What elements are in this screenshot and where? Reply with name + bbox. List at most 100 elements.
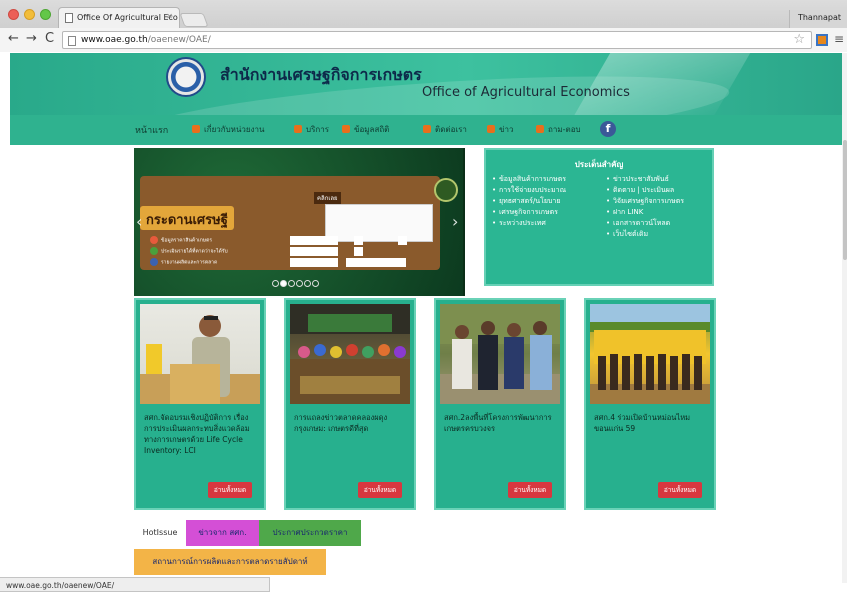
banner-slider[interactable]: กระดานเศรษฐี คลิกเลย ข้อมูลราคาสินค้าเกษ…	[134, 148, 465, 296]
nav-item-about[interactable]: เกี่ยวกับหน่วยงาน	[192, 123, 264, 137]
close-window-icon[interactable]	[8, 9, 19, 20]
slider-checkbox	[354, 236, 363, 245]
tab-market-situation[interactable]: สถานการณ์การผลิตและการตลาดรายสัปดาห์	[134, 549, 326, 575]
topic-link[interactable]: เศรษฐกิจการเกษตร	[492, 207, 566, 218]
extension-icon[interactable]	[816, 34, 828, 46]
slider-row: รายงานผลิตและการตลาด	[150, 258, 217, 267]
page-icon	[68, 36, 76, 46]
slider-prev-icon[interactable]: ‹	[136, 212, 142, 231]
nav-item-news[interactable]: ข่าว	[487, 123, 513, 137]
slider-row-label: ข้อมูลราคาสินค้าเกษตร	[161, 237, 213, 244]
slider-tag: คลิกเลย	[314, 192, 341, 204]
topic-link[interactable]: ฝาก LINK	[606, 207, 684, 218]
news-photo[interactable]	[140, 304, 260, 404]
topic-link[interactable]: วิจัยเศรษฐกิจการเกษตร	[606, 196, 684, 207]
news-card-text[interactable]: การแถลงข่าวตลาดคลองผดุงกรุงเกษม: เกษตรดี…	[294, 412, 410, 434]
slider-input	[346, 258, 406, 267]
site-header: สำนักงานเศรษฐกิจการเกษตร Office of Agric…	[10, 53, 842, 115]
scrollbar-track[interactable]	[842, 53, 847, 583]
nav-item-statistics[interactable]: ข้อมูลสถิติ	[342, 123, 389, 137]
slider-next-icon[interactable]: ›	[452, 212, 458, 231]
slider-dot-active[interactable]	[280, 280, 287, 287]
topic-link[interactable]: ข่าวประชาสัมพันธ์	[606, 174, 684, 185]
maximize-window-icon[interactable]	[40, 9, 51, 20]
news-photo[interactable]	[290, 304, 410, 404]
topic-link[interactable]: เว็บไซต์เดิม	[606, 229, 684, 240]
read-more-button[interactable]: อ่านทั้งหมด	[358, 482, 402, 498]
read-more-button[interactable]: อ่านทั้งหมด	[508, 482, 552, 498]
number-icon	[150, 236, 158, 244]
tab-close-icon[interactable]: ✕	[166, 12, 173, 21]
slider-row-label: รายงานผลิตและการตลาด	[161, 259, 218, 266]
slider-dot[interactable]	[272, 280, 279, 287]
news-photo[interactable]	[440, 304, 560, 404]
browser-toolbar: ← → C www.oae.go.th/oaenew/OAE/ ☆ ≡	[0, 28, 847, 52]
slider-pagination	[272, 272, 320, 291]
slider-emblem	[434, 178, 458, 202]
slider-checkbox	[398, 236, 407, 245]
news-card-text[interactable]: สศก.2ลงพื้นที่โครงการพัฒนาการเกษตรครบวงจ…	[444, 412, 560, 434]
nav-item-services[interactable]: บริการ	[294, 123, 329, 137]
slider-dot[interactable]	[304, 280, 311, 287]
url-path: /oaenew/OAE/	[147, 35, 211, 45]
news-card-text[interactable]: สศก.จัดอบรมเชิงปฏิบัติการ เรื่อง การประเ…	[144, 412, 260, 456]
tab-strip: Office Of Agricultural Eco ✕ Thannapat	[0, 0, 847, 28]
browser-tab[interactable]: Office Of Agricultural Eco ✕	[58, 7, 180, 28]
read-more-button[interactable]: อ่านทั้งหมด	[658, 482, 702, 498]
topic-link[interactable]: ยุทธศาสตร์/นโยบาย	[492, 196, 566, 207]
slider-dot[interactable]	[312, 280, 319, 287]
facebook-icon[interactable]: f	[600, 121, 616, 137]
topic-link[interactable]: เอกสารดาวน์โหลด	[606, 218, 684, 229]
news-card: สศก.2ลงพื้นที่โครงการพัฒนาการเกษตรครบวงจ…	[434, 298, 566, 510]
read-more-button[interactable]: อ่านทั้งหมด	[208, 482, 252, 498]
outdoor-photo-illustration	[590, 304, 710, 404]
profile-button[interactable]: Thannapat	[788, 10, 847, 28]
menu-icon[interactable]: ≡	[834, 32, 844, 46]
url-host: www.oae.go.th	[81, 35, 148, 45]
forward-arrow-icon[interactable]: →	[26, 32, 37, 46]
nav-item-faq[interactable]: ถาม-ตอบ	[536, 123, 581, 137]
minimize-window-icon[interactable]	[24, 9, 35, 20]
back-arrow-icon[interactable]: ←	[8, 32, 19, 46]
browser-chrome: Office Of Agricultural Eco ✕ Thannapat ←…	[0, 0, 847, 52]
nav-item-label: ติดต่อเรา	[435, 125, 467, 134]
nav-item-label: ข้อมูลสถิติ	[354, 125, 390, 134]
main-nav: หน้าแรก เกี่ยวกับหน่วยงาน บริการ ข้อมูลส…	[10, 115, 842, 145]
slider-checkbox	[354, 247, 363, 256]
chart-icon	[342, 125, 350, 133]
nav-item-label: บริการ	[306, 125, 330, 134]
oae-logo[interactable]	[166, 57, 206, 97]
tab-hotissue[interactable]: HotIssue	[134, 520, 186, 546]
expo-photo-illustration	[290, 304, 410, 404]
bookmark-star-icon[interactable]: ☆	[793, 32, 805, 47]
topic-link[interactable]: ติดตาม | ประเมินผล	[606, 185, 684, 196]
important-topics-panel: ประเด็นสำคัญ ข้อมูลสินค้าการเกษตร การใช้…	[484, 148, 714, 286]
slider-row: ประเมินรายได้ที่คาดว่าจะได้รับ	[150, 247, 228, 256]
topic-link[interactable]: ระหว่างประเทศ	[492, 218, 566, 229]
number-icon	[150, 247, 158, 255]
topic-link[interactable]: การใช้จ่ายงบประมาณ	[492, 185, 566, 196]
tab-announcements[interactable]: ประกาศประกวดราคา	[259, 520, 361, 546]
news-card: สศก.4 ร่วมเปิดบ้านหม่อนไหม ขอนแก่น 59 อ่…	[584, 298, 716, 510]
slider-blank-box	[325, 204, 433, 242]
number-icon	[150, 258, 158, 266]
scrollbar-thumb[interactable]	[843, 140, 847, 260]
news-card-text[interactable]: สศก.4 ร่วมเปิดบ้านหม่อนไหม ขอนแก่น 59	[594, 412, 710, 434]
news-photo[interactable]	[590, 304, 710, 404]
new-tab-button[interactable]	[179, 13, 209, 27]
contact-icon	[423, 125, 431, 133]
group-photo-illustration	[440, 304, 560, 404]
address-bar[interactable]: www.oae.go.th/oaenew/OAE/ ☆	[62, 31, 812, 49]
nav-item-label: ถาม-ตอบ	[548, 125, 581, 134]
slider-dot[interactable]	[288, 280, 295, 287]
slider-dot[interactable]	[296, 280, 303, 287]
nav-item-label: ข่าว	[499, 125, 514, 134]
nav-home[interactable]: หน้าแรก	[135, 123, 168, 137]
slider-board: กระดานเศรษฐี คลิกเลย ข้อมูลราคาสินค้าเกษ…	[140, 176, 440, 270]
reload-icon[interactable]: C	[45, 32, 54, 46]
slider-row: ข้อมูลราคาสินค้าเกษตร	[150, 236, 212, 245]
nav-item-contact[interactable]: ติดต่อเรา	[423, 123, 467, 137]
tab-oae-news[interactable]: ข่าวจาก สศก.	[186, 520, 259, 546]
topic-link[interactable]: ข้อมูลสินค้าการเกษตร	[492, 174, 566, 185]
news-card: สศก.จัดอบรมเชิงปฏิบัติการ เรื่อง การประเ…	[134, 298, 266, 510]
